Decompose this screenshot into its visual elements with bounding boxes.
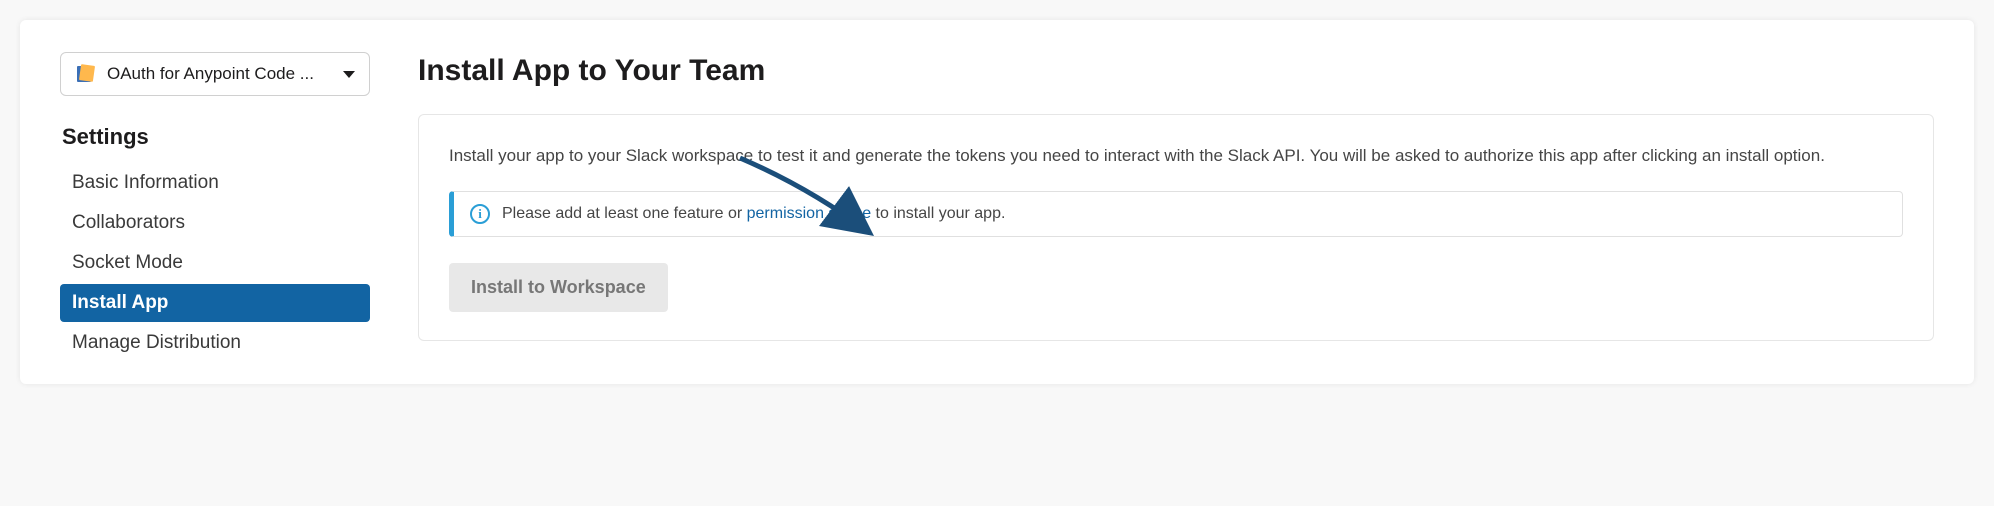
- info-icon: i: [470, 204, 490, 224]
- install-card: Install your app to your Slack workspace…: [418, 114, 1934, 341]
- chevron-down-icon: [343, 71, 355, 78]
- permission-scope-link[interactable]: permission scope: [747, 205, 872, 222]
- install-description: Install your app to your Slack workspace…: [449, 143, 1903, 169]
- app-name-label: OAuth for Anypoint Code ...: [107, 64, 333, 84]
- info-text: Please add at least one feature or permi…: [502, 205, 1005, 223]
- sidebar-item-basic-information[interactable]: Basic Information: [60, 164, 370, 202]
- sidebar-section-title: Settings: [60, 124, 370, 150]
- sidebar-item-collaborators[interactable]: Collaborators: [60, 204, 370, 242]
- info-prefix: Please add at least one feature or: [502, 205, 747, 222]
- info-suffix: to install your app.: [871, 205, 1005, 222]
- app-selector-dropdown[interactable]: OAuth for Anypoint Code ...: [60, 52, 370, 96]
- sidebar-item-install-app[interactable]: Install App: [60, 284, 370, 322]
- sidebar-item-manage-distribution[interactable]: Manage Distribution: [60, 324, 370, 362]
- app-icon: [75, 63, 97, 85]
- sidebar-item-socket-mode[interactable]: Socket Mode: [60, 244, 370, 282]
- page-title: Install App to Your Team: [418, 54, 1934, 88]
- info-banner: i Please add at least one feature or per…: [449, 191, 1903, 237]
- install-to-workspace-button[interactable]: Install to Workspace: [449, 263, 668, 312]
